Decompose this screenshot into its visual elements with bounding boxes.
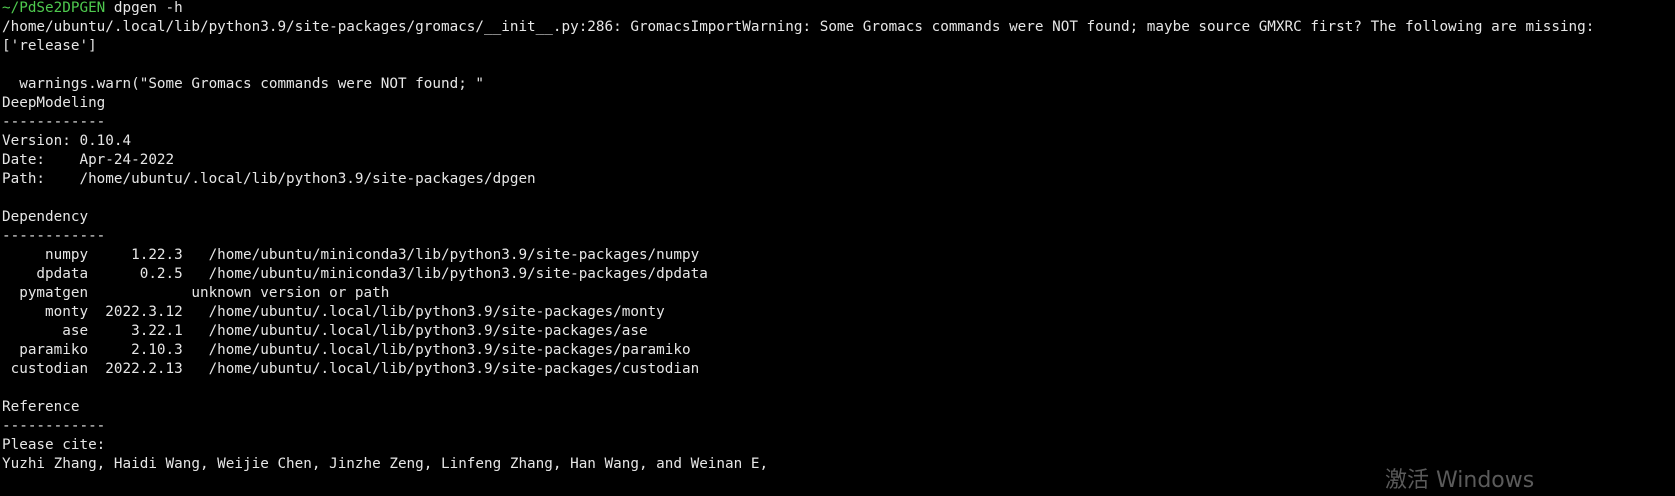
activation-watermark: 激活 Windows <box>1385 468 1535 493</box>
command-text: dpgen -h <box>105 0 183 16</box>
output-line: custodian 2022.2.13 /home/ubuntu/.local/… <box>2 361 700 377</box>
output-line: ------------ <box>2 228 106 244</box>
output-line: ['release'] <box>2 38 97 54</box>
terminal-output[interactable]: ~/PdSe2DPGEN dpgen -h /home/ubuntu/.loca… <box>2 0 1675 482</box>
output-line: pymatgen unknown version or path <box>2 285 390 301</box>
output-line: ------------ <box>2 418 106 434</box>
prompt-line: ~/PdSe2DPGEN dpgen -h <box>2 0 1675 18</box>
output-line: Version: 0.10.4 <box>2 133 132 149</box>
output-line: ------------ <box>2 114 106 130</box>
output-line: DeepModeling <box>2 95 106 111</box>
output-line: /home/ubuntu/.local/lib/python3.9/site-p… <box>2 19 1595 35</box>
prompt-path: ~/PdSe2DPGEN <box>2 0 106 16</box>
output-line: ase 3.22.1 /home/ubuntu/.local/lib/pytho… <box>2 323 648 339</box>
output-line: Date: Apr-24-2022 <box>2 152 175 168</box>
output-line: warnings.warn("Some Gromacs commands wer… <box>2 76 485 92</box>
output-line: paramiko 2.10.3 /home/ubuntu/.local/lib/… <box>2 342 691 358</box>
output-line: Dependency <box>2 209 89 225</box>
output-line: monty 2022.3.12 /home/ubuntu/.local/lib/… <box>2 304 665 320</box>
output-line: Path: /home/ubuntu/.local/lib/python3.9/… <box>2 171 536 187</box>
output-line: Please cite: <box>2 437 106 453</box>
output-line: Reference <box>2 399 80 415</box>
output-line: dpdata 0.2.5 /home/ubuntu/miniconda3/lib… <box>2 266 708 282</box>
output-line: numpy 1.22.3 /home/ubuntu/miniconda3/lib… <box>2 247 700 263</box>
